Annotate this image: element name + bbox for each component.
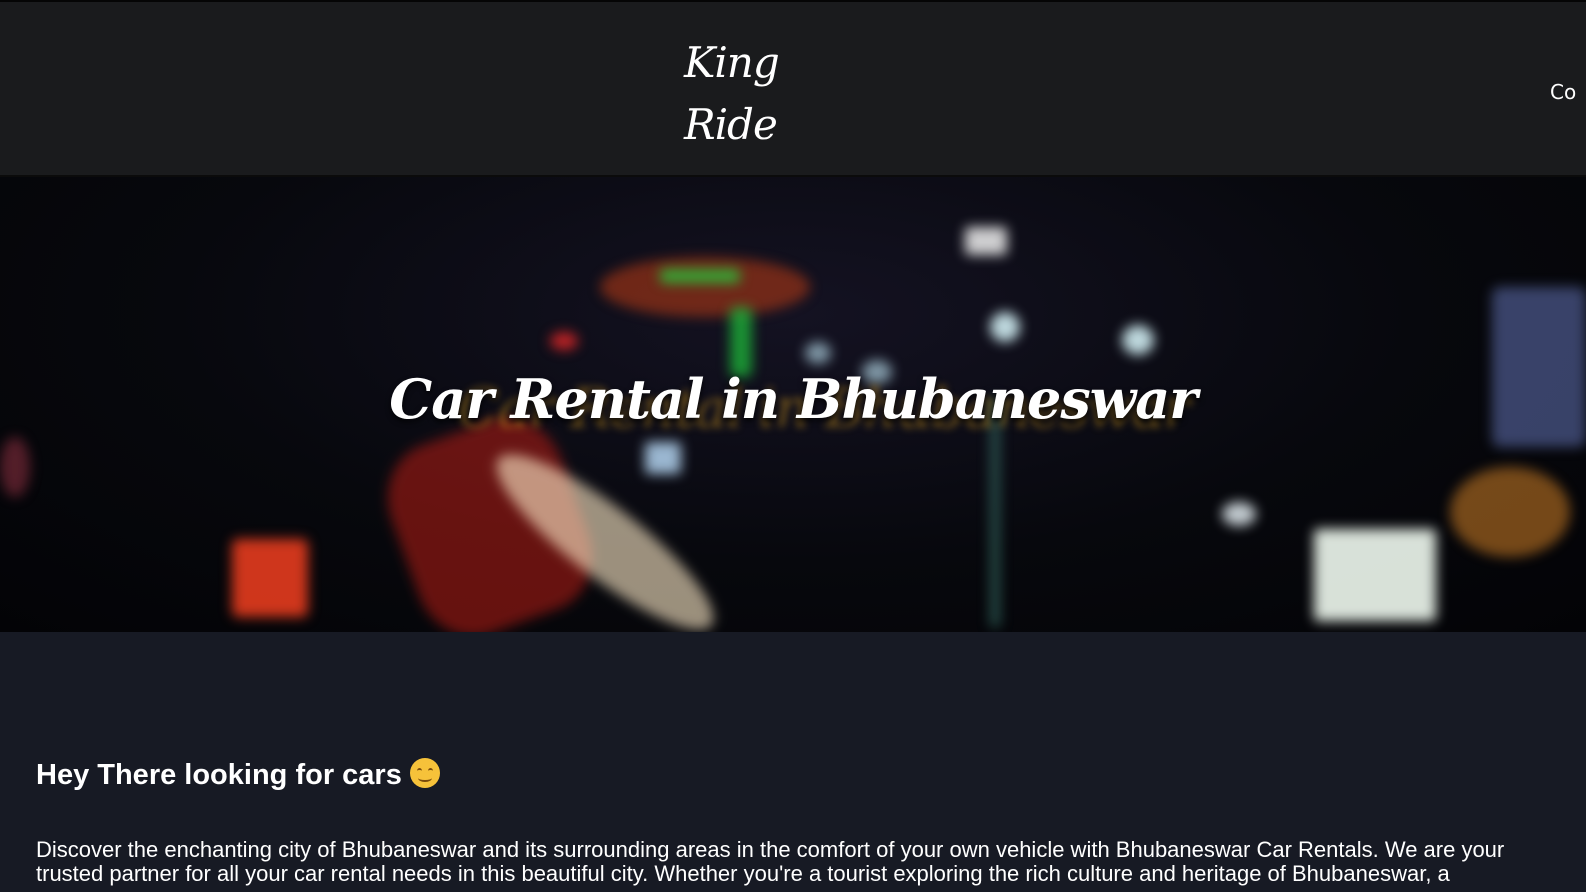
hero-light-9: [550, 332, 578, 350]
hero-light-13: [232, 539, 308, 617]
smiling-face-icon: [409, 758, 440, 788]
nav-link-contact[interactable]: Co: [1550, 80, 1576, 104]
hero-light-17: [1450, 467, 1570, 557]
hero-light-4: [965, 227, 1007, 255]
logo-line-1: King: [684, 38, 780, 87]
hero-light-5: [990, 312, 1020, 342]
greeting-text: Hey There looking for cars: [36, 759, 402, 791]
greeting-heading: Hey There looking for cars: [36, 758, 440, 792]
hero-banner: Car Rental in Bhubaneswar Car Rental in …: [0, 177, 1586, 632]
top-navbar: King Ride Co: [0, 0, 1586, 177]
hero-light-12: [645, 442, 681, 474]
intro-paragraph: Discover the enchanting city of Bhubanes…: [36, 837, 1505, 886]
hero-light-2: [660, 269, 740, 283]
hero-light-14: [1314, 529, 1436, 621]
hero-light-7: [805, 342, 831, 364]
hero-light-19: [0, 437, 30, 497]
hero-light-15: [1222, 502, 1256, 526]
hero-light-6: [1122, 325, 1154, 355]
hero-title: Car Rental in Bhubaneswar: [389, 367, 1197, 431]
page: King Ride Co Car Rental in Bhubaneswar C…: [0, 0, 1586, 892]
intro-section: Hey There looking for cars Discover the …: [0, 632, 1586, 892]
logo-line-2: Ride: [684, 100, 778, 149]
site-logo[interactable]: King Ride: [684, 32, 794, 156]
hero-light-1: [600, 257, 810, 317]
